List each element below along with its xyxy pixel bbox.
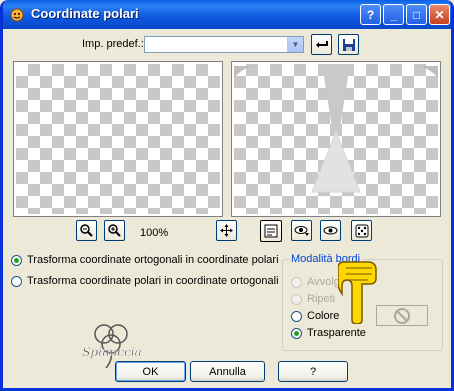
radio-rect-to-polar[interactable] (11, 255, 22, 266)
eye-icon (323, 226, 338, 235)
save-preset-button[interactable] (338, 34, 359, 55)
proof-button[interactable] (260, 220, 282, 242)
move-icon (220, 224, 233, 237)
chevron-down-icon[interactable]: ▼ (287, 37, 303, 52)
help-title-button[interactable]: ? (360, 4, 381, 25)
zoom-out-button[interactable] (76, 220, 97, 241)
zoom-level: 100% (140, 227, 169, 239)
app-icon (10, 8, 24, 22)
repeat-label: Ripeti (307, 293, 336, 305)
no-color-icon (394, 307, 410, 324)
edge-color-swatch[interactable] (376, 305, 428, 326)
result-shape (234, 64, 438, 193)
eye-dropdown-icon (294, 226, 309, 236)
maximize-button[interactable]: □ (406, 4, 427, 25)
move-button[interactable] (216, 220, 237, 241)
ok-button[interactable]: OK (115, 361, 186, 382)
auto-proof-dropdown-button[interactable] (291, 220, 312, 241)
radio-repeat[interactable] (291, 294, 302, 305)
save-icon (342, 38, 355, 51)
zoom-out-icon (80, 224, 93, 237)
minimize-button[interactable]: _ (383, 4, 404, 25)
reset-button[interactable] (311, 34, 332, 55)
zoom-in-button[interactable] (104, 220, 125, 241)
pointing-hand-icon (338, 261, 377, 324)
preview-toggle-button[interactable] (320, 220, 341, 241)
radio-color[interactable] (291, 311, 302, 322)
proof-icon (264, 224, 278, 238)
zoom-in-icon (108, 224, 121, 237)
cancel-button[interactable]: Annulla (190, 361, 265, 382)
option-rect-to-polar-label: Trasforma coordinate ortogonali in coord… (27, 254, 279, 266)
window-title: Coordinate polari (31, 6, 139, 21)
wrap-label: Avvolgi (307, 276, 343, 288)
option-polar-to-rect-label: Trasforma coordinate polari in coordinat… (27, 275, 279, 287)
radio-wrap[interactable] (291, 277, 302, 288)
original-preview[interactable] (13, 61, 223, 217)
color-label: Colore (307, 310, 340, 322)
reset-icon (315, 40, 328, 48)
result-preview[interactable] (231, 61, 441, 217)
transparent-label: Trasparente (307, 327, 366, 339)
radio-transparent[interactable] (291, 328, 302, 339)
help-button[interactable]: ? (278, 361, 348, 382)
preset-label: Imp. predef.: (82, 38, 144, 50)
random-dice-icon (355, 224, 368, 237)
preset-select[interactable]: ▼ (144, 36, 304, 53)
watermark-text: Spinuccia (82, 345, 142, 359)
randomize-button[interactable] (351, 220, 372, 241)
title-bar[interactable]: Coordinate polari ? _ □ ✕ (3, 0, 451, 29)
radio-polar-to-rect[interactable] (11, 276, 22, 287)
close-button[interactable]: ✕ (429, 4, 450, 25)
